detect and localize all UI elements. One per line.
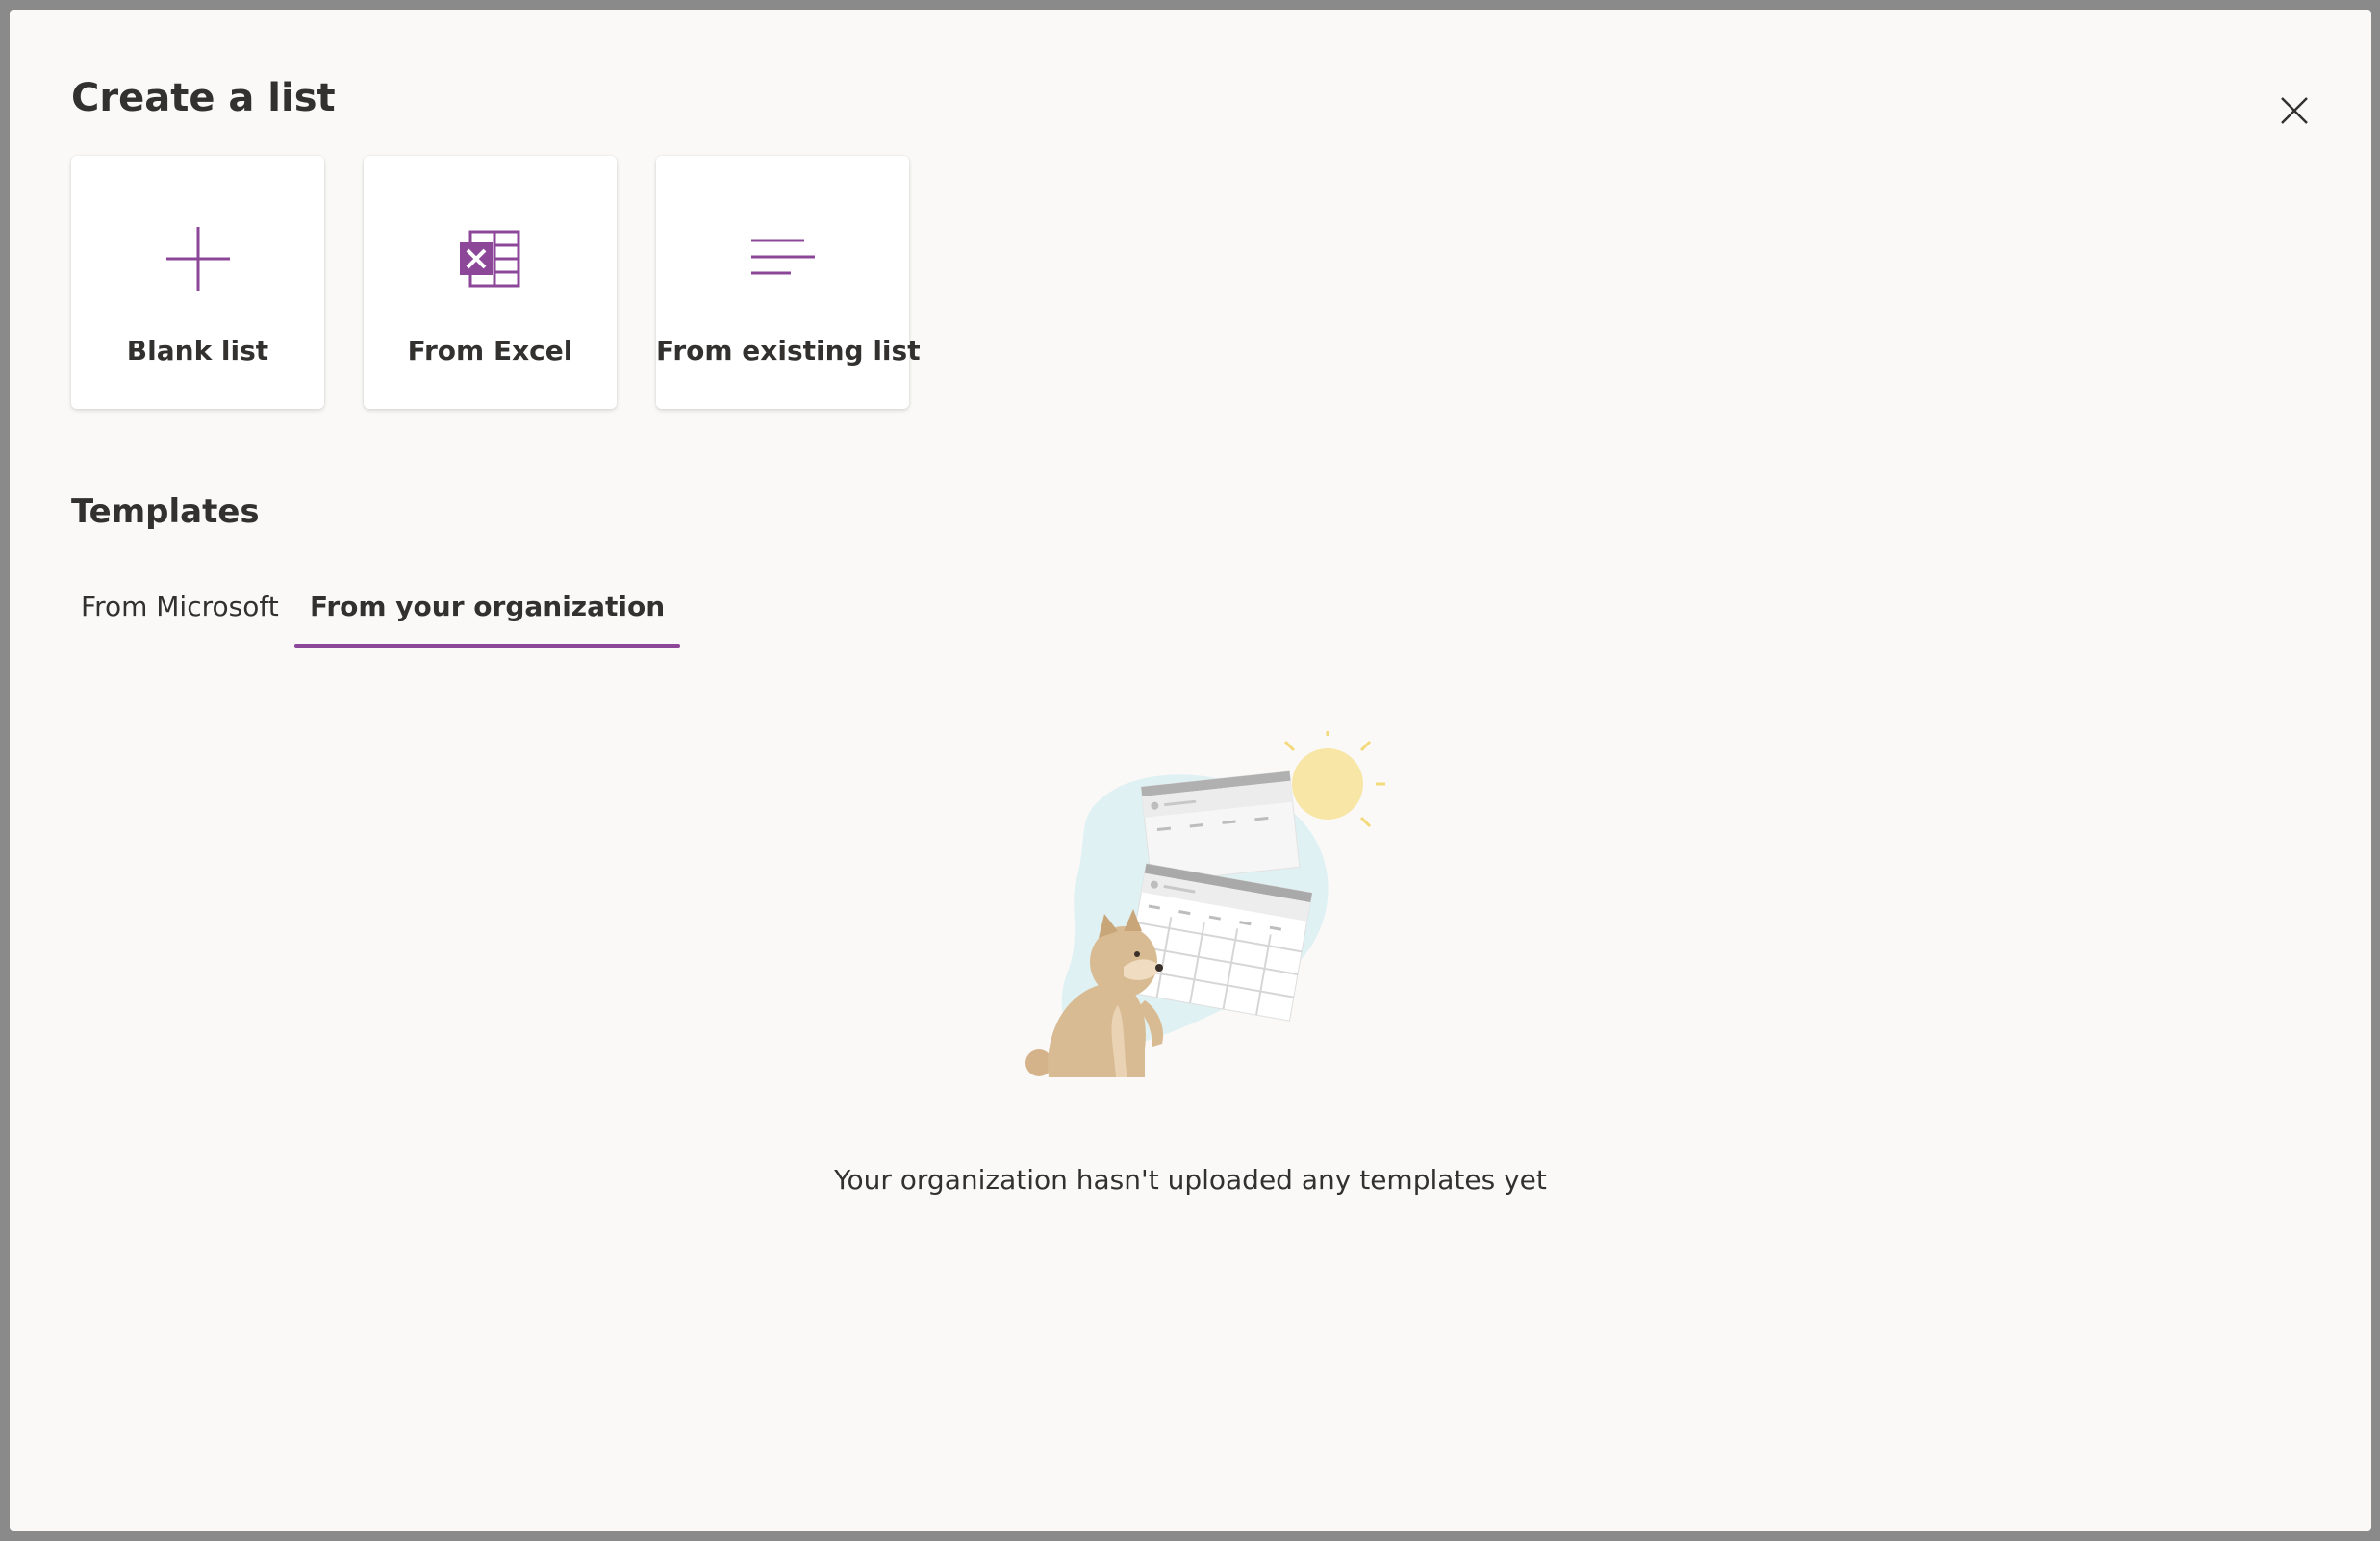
dialog-title: Create a list (71, 76, 336, 120)
sun-icon (1292, 748, 1363, 820)
create-options: Blank list From Excel From existing list (71, 156, 949, 409)
from-existing-list-label: From existing list (656, 335, 921, 366)
excel-icon (459, 230, 519, 288)
create-list-dialog: Create a list Blank list From Excel From… (10, 10, 2371, 1531)
blank-list-card[interactable]: Blank list (71, 156, 324, 409)
blank-list-label: Blank list (126, 335, 269, 366)
templates-heading: Templates (71, 493, 260, 531)
tab-label: From your organization (310, 591, 666, 622)
list-lines-icon (750, 239, 815, 275)
tab-from-your-organization[interactable]: From your organization (294, 585, 681, 648)
empty-state-message: Your organization hasn't uploaded any te… (834, 1164, 1547, 1196)
from-excel-card[interactable]: From Excel (364, 156, 617, 409)
from-existing-list-card[interactable]: From existing list (656, 156, 921, 409)
close-button[interactable] (2270, 87, 2318, 135)
close-icon (2281, 97, 2308, 124)
tab-from-microsoft[interactable]: From Microsoft (81, 585, 279, 648)
plus-icon (165, 227, 230, 291)
empty-state-illustration (1025, 731, 1385, 1077)
tab-label: From Microsoft (81, 591, 279, 622)
active-tab-indicator (294, 644, 681, 648)
from-excel-label: From Excel (407, 335, 573, 366)
